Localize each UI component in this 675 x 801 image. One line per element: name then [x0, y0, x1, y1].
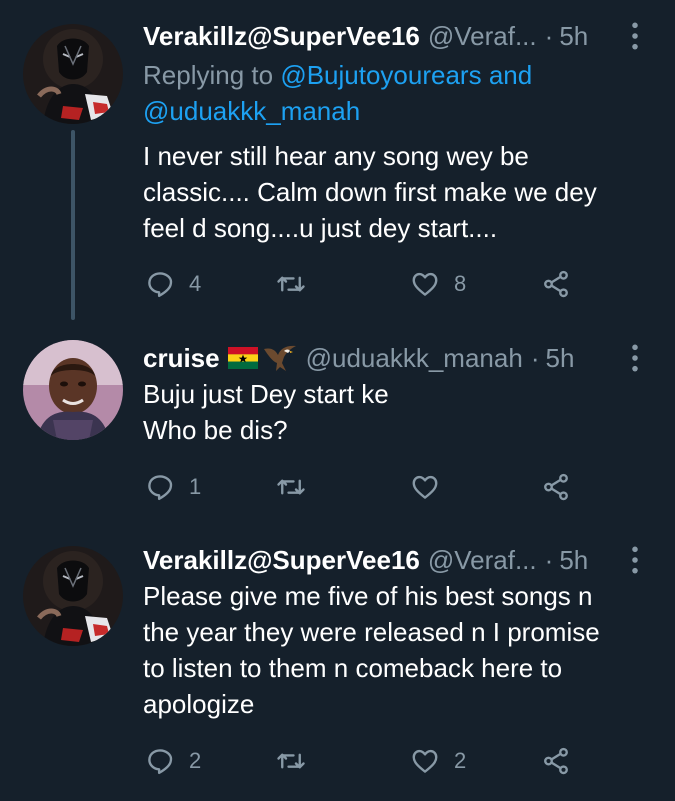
share-button[interactable]	[541, 264, 571, 304]
retweet-button[interactable]	[276, 264, 320, 304]
tweet-3[interactable]: Verakillz@SuperVee16 @Veraf... · 5h Plea…	[0, 520, 675, 801]
like-button[interactable]	[410, 467, 454, 507]
heart-icon	[410, 269, 440, 299]
tweet-text: I never still hear any song wey be class…	[143, 138, 653, 246]
reply-icon	[145, 472, 175, 502]
like-count: 8	[454, 271, 467, 296]
tweet-2[interactable]: cruise @uduakkk_manah · 5h Buju just Dey…	[0, 320, 675, 520]
more-vertical-icon[interactable]	[625, 20, 645, 52]
more-vertical-icon[interactable]	[625, 544, 645, 576]
separator-dot: ·	[530, 342, 540, 373]
replying-to: Replying to @Bujutoyourears and @uduakkk…	[143, 57, 643, 129]
action-bar: 2 2	[143, 741, 603, 781]
reply-button[interactable]: 1	[145, 467, 201, 507]
timestamp[interactable]: 5h	[559, 21, 588, 52]
tweet-text-line: I never still hear any song wey be	[143, 141, 529, 171]
separator-dot: ·	[544, 544, 554, 575]
replying-prefix: Replying to	[143, 60, 274, 90]
like-count: 2	[454, 748, 467, 773]
mention-link[interactable]: @uduakkk_manah	[143, 96, 360, 126]
tweet-text-line: the year they were released n I promise	[143, 617, 600, 647]
tweet-text-line: classic.... Calm down first make we dey	[143, 177, 597, 207]
separator-dot: ·	[544, 20, 554, 51]
more-vertical-icon[interactable]	[625, 342, 645, 374]
tweet-text-line: apologize	[143, 689, 255, 719]
display-name[interactable]: Verakillz@SuperVee16	[143, 545, 420, 576]
tweet-text: Please give me five of his best songs n …	[143, 578, 653, 722]
user-handle[interactable]: @Veraf...	[428, 545, 537, 576]
user-handle[interactable]: @Veraf...	[428, 21, 537, 52]
mention-and[interactable]: and	[489, 60, 532, 90]
avatar[interactable]	[23, 340, 123, 440]
share-icon	[541, 746, 571, 776]
ghana-flag-icon	[227, 347, 258, 369]
tweet-1[interactable]: Verakillz@SuperVee16 @Veraf... · 5h Repl…	[0, 0, 675, 320]
reply-count: 4	[189, 271, 202, 296]
share-button[interactable]	[541, 467, 571, 507]
eagle-icon	[263, 345, 296, 371]
retweet-icon	[276, 746, 306, 776]
timestamp[interactable]: 5h	[545, 343, 574, 374]
reply-button[interactable]: 2	[145, 741, 201, 781]
share-button[interactable]	[541, 741, 571, 781]
reply-icon	[145, 269, 175, 299]
tweet-text-line: Buju just Dey start ke	[143, 379, 389, 409]
tweet-header: cruise @uduakkk_manah · 5h	[143, 338, 645, 378]
tweet-header: Verakillz@SuperVee16 @Veraf... · 5h	[143, 16, 645, 56]
tweet-text-line: Please give me five of his best songs n	[143, 581, 593, 611]
thread-line	[71, 130, 75, 320]
tweet-text: Buju just Dey start ke Who be dis?	[143, 376, 653, 448]
like-button[interactable]: 2	[410, 741, 466, 781]
tweet-text-line: to listen to them n comeback here to	[143, 653, 563, 683]
mention-link[interactable]: @Bujutoyourears	[280, 60, 481, 90]
reply-icon	[145, 746, 175, 776]
avatar[interactable]	[23, 24, 123, 124]
reply-count: 1	[189, 474, 202, 499]
action-bar: 1	[143, 467, 603, 507]
avatar[interactable]	[23, 546, 123, 646]
reply-button[interactable]: 4	[145, 264, 201, 304]
user-handle[interactable]: @uduakkk_manah	[306, 343, 523, 374]
retweet-button[interactable]	[276, 741, 320, 781]
heart-icon	[410, 472, 440, 502]
like-button[interactable]: 8	[410, 264, 466, 304]
timestamp[interactable]: 5h	[559, 545, 588, 576]
tweet-text-line: feel d song....u just dey start....	[143, 213, 498, 243]
display-name[interactable]: cruise	[143, 343, 220, 374]
action-bar: 4 8	[143, 264, 603, 304]
tweet-text-line: Who be dis?	[143, 415, 288, 445]
share-icon	[541, 472, 571, 502]
share-icon	[541, 269, 571, 299]
reply-count: 2	[189, 748, 202, 773]
heart-icon	[410, 746, 440, 776]
retweet-button[interactable]	[276, 467, 320, 507]
retweet-icon	[276, 472, 306, 502]
name-emojis	[227, 343, 298, 373]
display-name[interactable]: Verakillz@SuperVee16	[143, 21, 420, 52]
tweet-header: Verakillz@SuperVee16 @Veraf... · 5h	[143, 540, 645, 580]
retweet-icon	[276, 269, 306, 299]
